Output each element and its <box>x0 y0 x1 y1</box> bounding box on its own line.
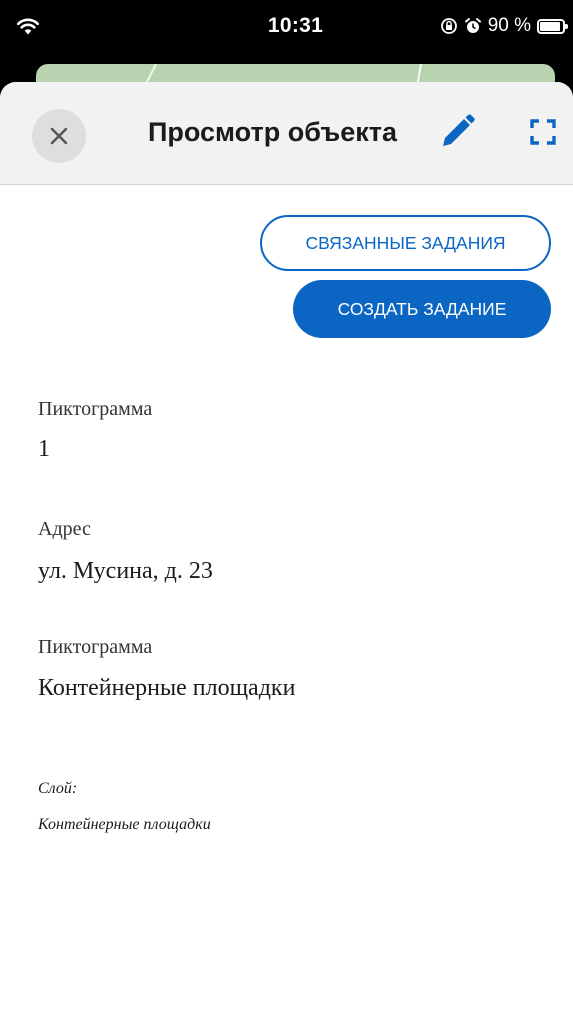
close-icon <box>50 127 68 145</box>
close-button[interactable] <box>32 109 86 163</box>
related-tasks-button[interactable]: СВЯЗАННЫЕ ЗАДАНИЯ <box>260 215 551 271</box>
field-value-address: ул. Мусина, д. 23 <box>38 558 213 584</box>
layer-label: Слой: <box>38 780 78 797</box>
field-label-pictogram: Пиктограмма <box>38 398 153 420</box>
layer-value: Контейнерные площадки <box>38 816 211 833</box>
edit-button[interactable] <box>437 112 477 152</box>
clock-time: 10:31 <box>267 14 324 37</box>
field-value-pictogram-2: Контейнерные площадки <box>38 675 296 701</box>
status-bar: 10:31 90 % <box>0 0 573 52</box>
orientation-lock-icon <box>440 18 457 34</box>
fullscreen-button[interactable] <box>528 117 558 147</box>
battery-percent: 90 % <box>487 15 531 36</box>
create-task-button[interactable]: СОЗДАТЬ ЗАДАНИЕ <box>293 280 551 338</box>
field-value-pictogram: 1 <box>38 436 50 462</box>
pencil-icon <box>443 114 475 146</box>
battery-level <box>540 21 560 31</box>
fullscreen-icon <box>530 119 556 145</box>
battery-icon <box>537 18 568 34</box>
field-label-pictogram-2: Пиктограмма <box>38 636 153 658</box>
sheet-header: Просмотр объекта <box>0 82 573 185</box>
field-label-address: Адрес <box>38 518 91 540</box>
page-title: Просмотр объекта <box>148 117 397 147</box>
alarm-icon <box>464 18 481 33</box>
